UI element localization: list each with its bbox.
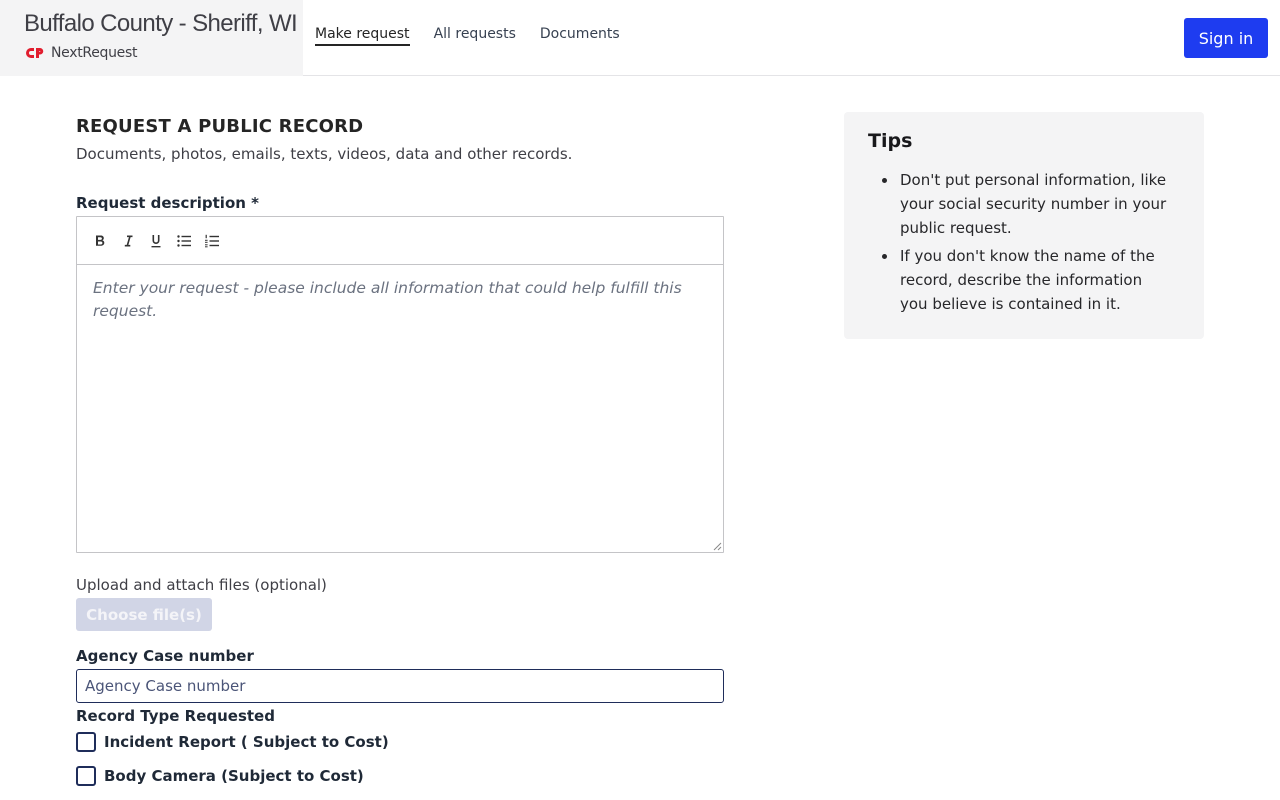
tips-list: Don't put personal information, like you… xyxy=(868,168,1180,316)
underline-icon[interactable] xyxy=(147,232,165,250)
record-type-incident-report[interactable]: Incident Report ( Subject to Cost) xyxy=(76,732,389,752)
nav-all-requests[interactable]: All requests xyxy=(434,26,516,46)
agency-title[interactable]: Buffalo County - Sheriff, WI xyxy=(24,10,298,38)
choose-files-button[interactable]: Choose file(s) xyxy=(76,598,212,631)
nav-make-request[interactable]: Make request xyxy=(315,26,410,46)
bullet-list-icon[interactable] xyxy=(175,232,193,250)
request-description-label: Request description * xyxy=(76,194,259,212)
resize-handle-icon[interactable] xyxy=(712,541,722,551)
body-camera-checkbox[interactable] xyxy=(76,766,96,786)
main-nav: Make request All requests Documents xyxy=(315,26,620,46)
request-description-input[interactable]: Enter your request - please include all … xyxy=(77,265,723,552)
required-mark: * xyxy=(251,194,260,212)
nextrequest-brand[interactable]: NextRequest xyxy=(25,45,137,61)
editor-toolbar xyxy=(77,217,723,265)
incident-report-checkbox[interactable] xyxy=(76,732,96,752)
tips-title: Tips xyxy=(868,130,913,152)
request-description-label-text: Request description xyxy=(76,194,246,212)
sign-in-button[interactable]: Sign in xyxy=(1184,18,1268,58)
italic-icon[interactable] xyxy=(119,232,137,250)
case-number-input[interactable] xyxy=(76,669,724,703)
nav-documents[interactable]: Documents xyxy=(540,26,620,46)
record-type-body-camera[interactable]: Body Camera (Subject to Cost) xyxy=(76,766,364,786)
numbered-list-icon[interactable] xyxy=(203,232,221,250)
case-number-label: Agency Case number xyxy=(76,647,254,665)
record-type-label: Record Type Requested xyxy=(76,707,275,725)
tip-item: Don't put personal information, like you… xyxy=(882,168,1170,240)
page-title: REQUEST A PUBLIC RECORD xyxy=(76,116,364,137)
body-camera-label: Body Camera (Subject to Cost) xyxy=(104,767,364,785)
nextrequest-logo-icon xyxy=(26,48,44,58)
page-subtitle: Documents, photos, emails, texts, videos… xyxy=(76,145,573,163)
upload-label: Upload and attach files (optional) xyxy=(76,576,327,594)
incident-report-label: Incident Report ( Subject to Cost) xyxy=(104,733,389,751)
brand-name: NextRequest xyxy=(51,45,138,61)
top-header: Buffalo County - Sheriff, WI NextRequest… xyxy=(0,0,1280,76)
tip-item: If you don't know the name of the record… xyxy=(882,244,1170,316)
bold-icon[interactable] xyxy=(91,232,109,250)
request-description-editor: Enter your request - please include all … xyxy=(76,216,724,553)
brand-block: Buffalo County - Sheriff, WI NextRequest xyxy=(0,0,303,76)
tips-panel: Tips Don't put personal information, lik… xyxy=(844,112,1204,339)
